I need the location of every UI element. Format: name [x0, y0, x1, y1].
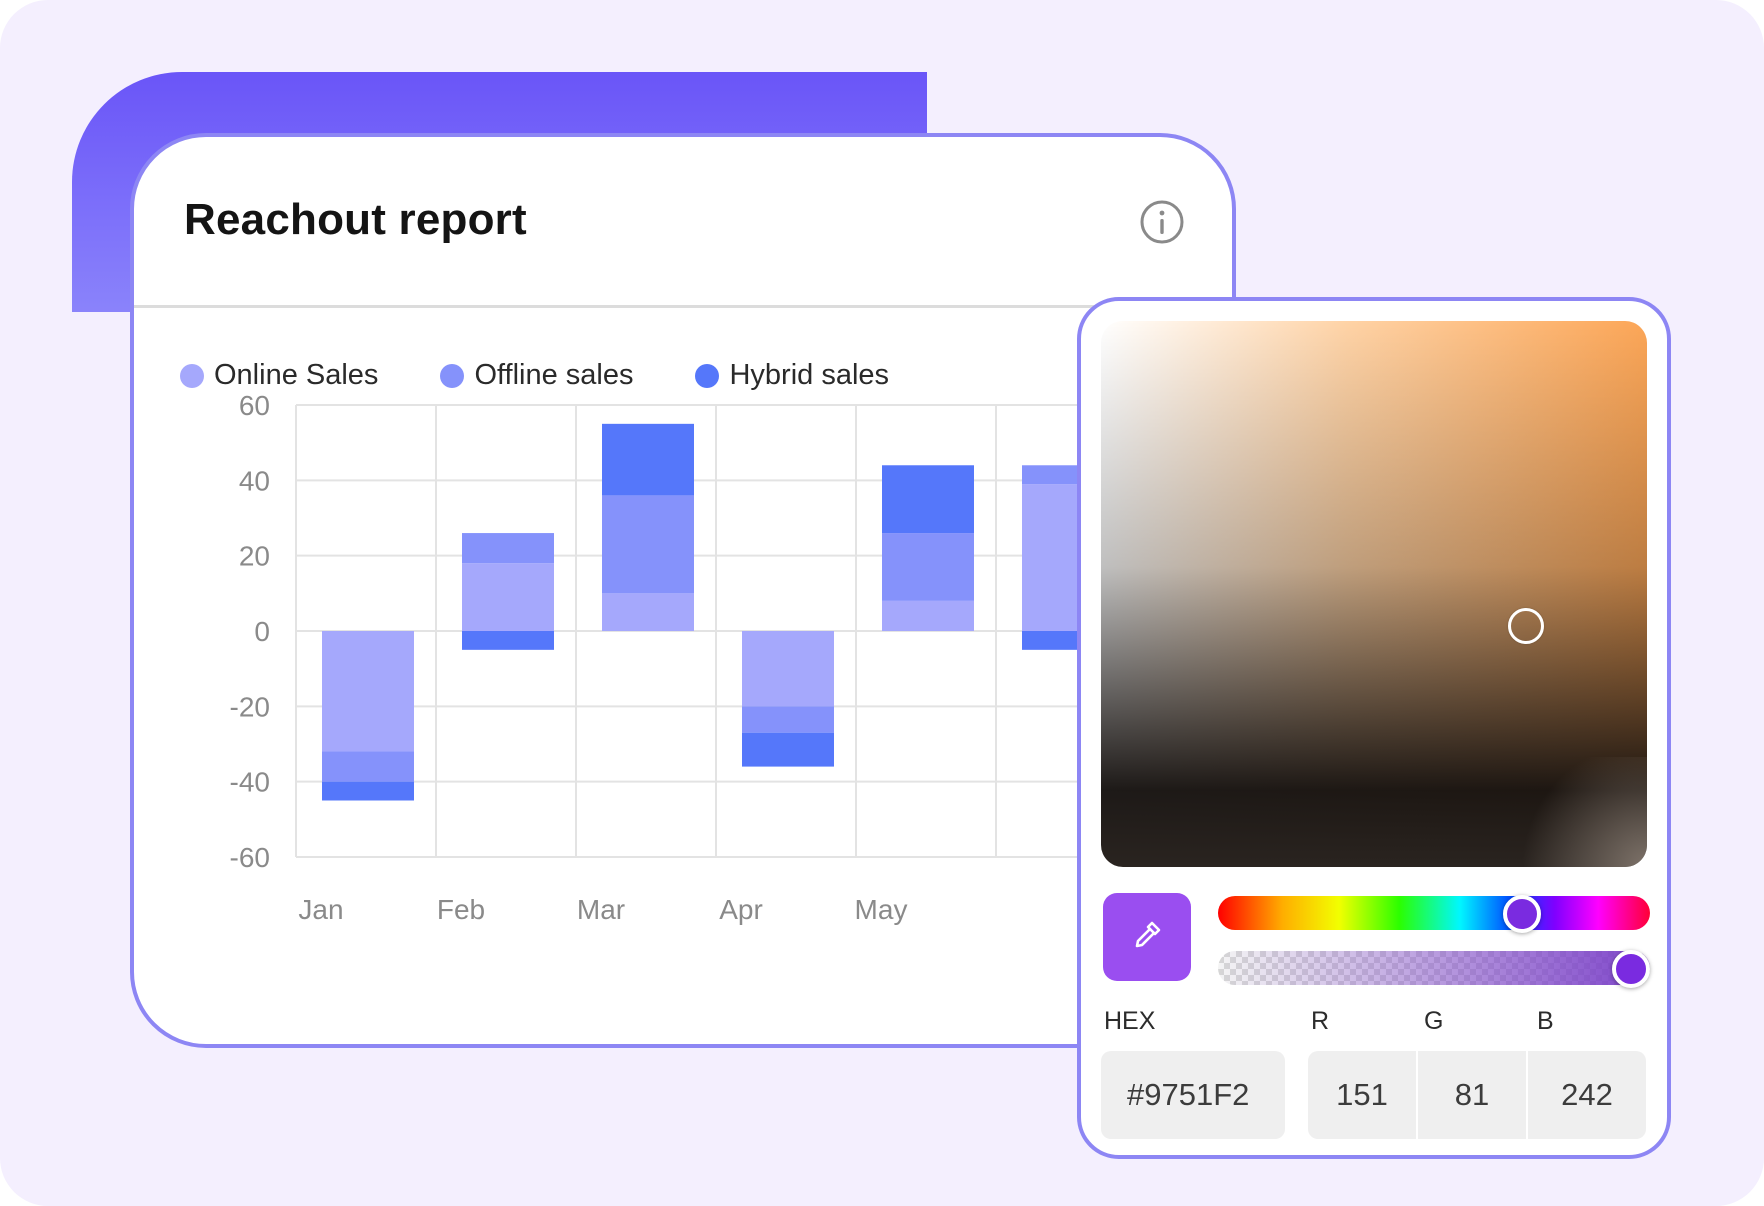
alpha-slider-thumb[interactable] — [1612, 950, 1650, 988]
y-tick-label: -40 — [230, 767, 270, 798]
b-label: B — [1537, 1007, 1554, 1035]
bar-segment — [882, 533, 974, 601]
hue-slider[interactable] — [1218, 895, 1650, 933]
bar-segment — [322, 781, 414, 801]
alpha-slider[interactable] — [1218, 950, 1650, 988]
x-tick-label: May — [855, 894, 908, 925]
saturation-value-handle[interactable] — [1508, 608, 1544, 644]
y-tick-label: 0 — [254, 616, 270, 647]
g-label: G — [1424, 1007, 1444, 1035]
color-picker-panel: HEX R G B #9751F2 151 81 242 — [1077, 297, 1671, 1159]
r-label: R — [1311, 1007, 1330, 1035]
hue-slider-thumb[interactable] — [1503, 895, 1541, 933]
saturation-value-area[interactable] — [1101, 321, 1647, 867]
x-tick-label: Jan — [298, 894, 343, 925]
x-tick-label: Mar — [577, 894, 625, 925]
bar-segment — [742, 706, 834, 733]
r-input[interactable]: 151 — [1308, 1051, 1416, 1139]
eyedropper-button[interactable] — [1103, 893, 1191, 981]
bar-segment — [882, 465, 974, 534]
bar-segment — [462, 631, 554, 650]
x-tick-label: Apr — [719, 894, 763, 925]
y-tick-label: -60 — [230, 842, 270, 873]
b-input[interactable]: 242 — [1528, 1051, 1646, 1139]
y-tick-label: -20 — [230, 691, 270, 722]
y-tick-label: 20 — [239, 541, 270, 572]
stacked-bar-chart: 60 40 20 0 -20 -40 -60 Jan Feb Mar Apr May — [230, 390, 1232, 925]
eyedropper-icon — [1130, 918, 1164, 957]
bar-segment — [742, 631, 834, 707]
g-input[interactable]: 81 — [1418, 1051, 1526, 1139]
bar-segment — [322, 751, 414, 782]
bar-segment — [462, 563, 554, 631]
x-tick-label: Feb — [437, 894, 485, 925]
bar-segment — [882, 600, 974, 631]
bar-segment — [462, 533, 554, 564]
bar-segment — [742, 732, 834, 767]
report-card: Reachout report Online Sales Offline sal… — [130, 133, 1236, 1048]
bar-segment — [602, 593, 694, 631]
bar-segment — [602, 495, 694, 594]
hex-input[interactable]: #9751F2 — [1101, 1051, 1285, 1139]
bar-segment — [322, 631, 414, 752]
y-tick-label: 60 — [239, 390, 270, 421]
y-tick-label: 40 — [239, 465, 270, 496]
bar-segment — [602, 423, 694, 496]
hex-label: HEX — [1104, 1007, 1156, 1035]
